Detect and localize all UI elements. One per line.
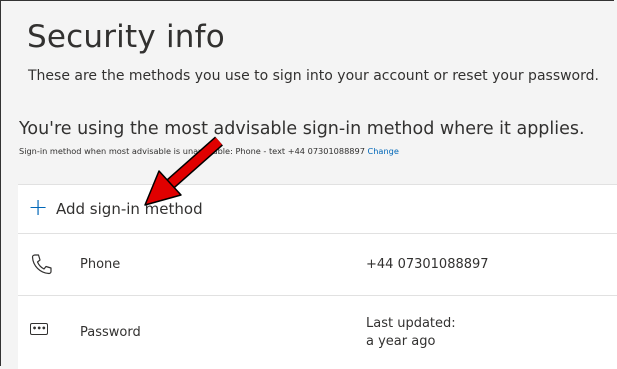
last-updated-label: Last updated:	[366, 316, 456, 331]
password-icon: •••	[30, 319, 52, 341]
security-info-page: Security info These are the methods you …	[0, 0, 617, 369]
page-description: These are the methods you use to sign in…	[28, 68, 599, 84]
add-sign-in-method-label: Add sign-in method	[56, 200, 203, 218]
last-updated-value: a year ago	[366, 334, 436, 349]
method-name-phone: Phone	[80, 257, 121, 272]
sign-in-methods-card: + Add sign-in method Phone +44 073010888…	[18, 184, 617, 369]
page-title: Security info	[27, 19, 225, 55]
method-row-phone: Phone +44 07301088897	[18, 233, 617, 296]
advisable-method-status: You're using the most advisable sign-in …	[19, 119, 585, 139]
add-sign-in-method-button[interactable]: + Add sign-in method	[18, 185, 617, 234]
method-row-password: ••• Password Last updated: a year ago	[18, 295, 617, 369]
phone-number-value: +44 07301088897	[366, 257, 489, 272]
password-last-updated: Last updated: a year ago	[366, 315, 456, 351]
plus-icon: +	[28, 193, 49, 221]
phone-icon	[30, 253, 52, 275]
fallback-method-text: Sign-in method when most advisable is un…	[19, 146, 365, 156]
fallback-method-note: Sign-in method when most advisable is un…	[19, 146, 399, 156]
method-name-password: Password	[80, 325, 141, 340]
change-default-method-link[interactable]: Change	[368, 146, 399, 156]
